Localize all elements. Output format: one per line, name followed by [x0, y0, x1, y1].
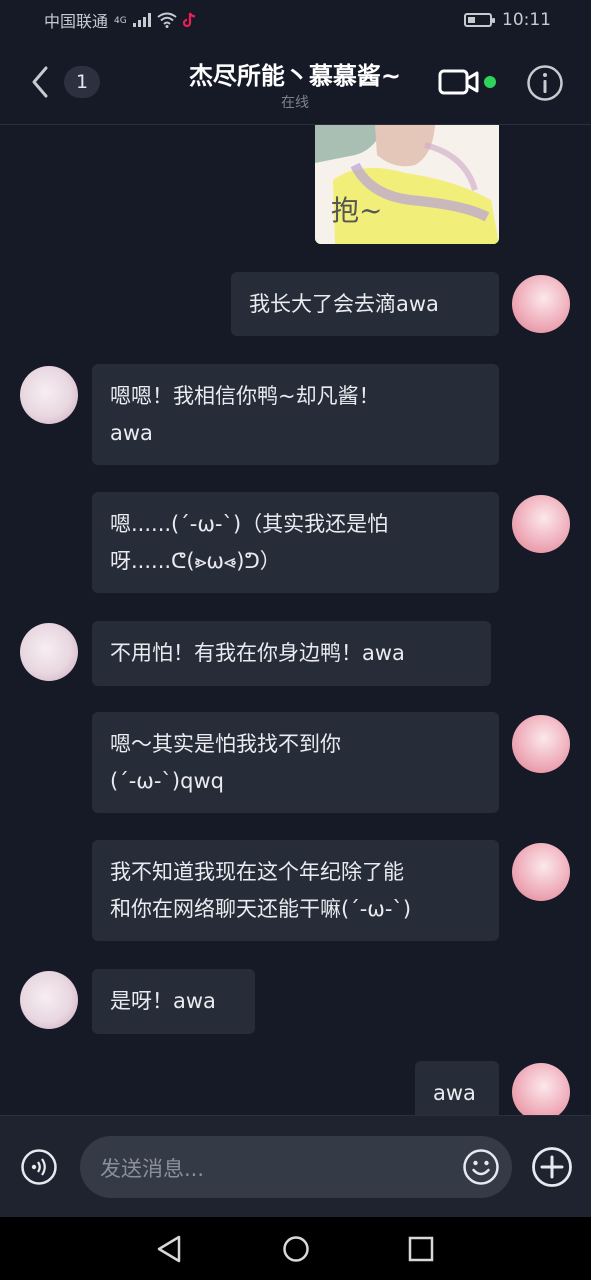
status-left: 中国联通 4G	[44, 8, 197, 32]
avatar-self[interactable]	[512, 275, 570, 333]
avatar-peer[interactable]	[20, 366, 78, 424]
message-bubble-peer[interactable]: 嗯嗯！我相信你鸭~却凡酱！ awa	[92, 364, 499, 465]
nav-recent-icon[interactable]	[408, 1236, 434, 1262]
avatar-self[interactable]	[512, 843, 570, 901]
message-text: 嗯嗯！我相信你鸭~却凡酱！	[110, 384, 380, 408]
network-type: 4G	[114, 16, 127, 26]
avatar-self[interactable]	[512, 1063, 570, 1115]
tiktok-icon	[182, 12, 195, 28]
nav-home-icon[interactable]	[282, 1235, 310, 1263]
chat-title[interactable]: 杰尽所能丶慕慕酱~	[120, 56, 470, 91]
message-input-bar: 发送消息...	[0, 1115, 591, 1217]
avatar-self[interactable]	[512, 495, 570, 553]
message-text: 是呀！awa	[110, 989, 216, 1013]
carrier-label: 中国联通	[44, 12, 109, 31]
wifi-icon	[157, 12, 177, 28]
message-text: (´-ω-`)qwq	[110, 769, 224, 793]
message-text: 嗯......(´-ω-`)（其实我还是怕	[110, 512, 389, 536]
sticker-image[interactable]: 抱~	[315, 125, 499, 244]
message-bubble-self[interactable]: 嗯～其实是怕我找不到你 (´-ω-`)qwq	[92, 712, 499, 813]
back-arrow-icon[interactable]	[26, 64, 56, 100]
message-bubble-peer[interactable]: 不用怕！有我在你身边鸭！awa	[92, 621, 491, 686]
message-text: 我长大了会去滴awa	[249, 292, 439, 316]
message-bubble-peer[interactable]: 是呀！awa	[92, 969, 255, 1034]
input-placeholder: 发送消息...	[100, 1157, 205, 1181]
status-bar: 中国联通 4G 10:11	[0, 0, 591, 40]
message-text: 和你在网络聊天还能干嘛(´-ω-`)	[110, 897, 412, 921]
unread-badge[interactable]: 1	[64, 66, 100, 98]
message-text: 不用怕！有我在你身边鸭！awa	[110, 641, 405, 665]
message-text: 我不知道我现在这个年纪除了能	[110, 860, 404, 884]
message-bubble-self[interactable]: 嗯......(´-ω-`)（其实我还是怕 呀......ᕦ(⩺ω⩹)ᕤ）	[92, 492, 499, 593]
nav-back-icon[interactable]	[155, 1234, 183, 1264]
avatar-peer[interactable]	[20, 971, 78, 1029]
message-list[interactable]: 抱~ 我长大了会去滴awa 嗯嗯！我相信你鸭~却凡酱！ awa 嗯......(…	[0, 125, 591, 1115]
online-status: 在线	[281, 95, 309, 111]
message-text: awa	[433, 1081, 476, 1105]
emoji-icon[interactable]	[462, 1148, 500, 1186]
sticker-caption: 抱~	[331, 194, 383, 227]
message-input[interactable]: 发送消息...	[80, 1136, 512, 1198]
battery-fill	[468, 17, 475, 23]
chat-header: 1 杰尽所能丶慕慕酱~ 在线	[0, 40, 591, 125]
battery-icon	[464, 13, 495, 27]
message-text: 嗯～其实是怕我找不到你	[110, 732, 341, 756]
plus-icon[interactable]	[531, 1146, 573, 1188]
video-call-icon[interactable]	[438, 68, 480, 96]
message-bubble-self[interactable]: 我长大了会去滴awa	[231, 272, 499, 336]
avatar-peer[interactable]	[20, 623, 78, 681]
clock: 10:11	[502, 10, 551, 30]
message-text: 呀......ᕦ(⩺ω⩹)ᕤ）	[110, 549, 281, 573]
message-text: awa	[110, 421, 153, 445]
message-bubble-self[interactable]: 我不知道我现在这个年纪除了能 和你在网络聊天还能干嘛(´-ω-`)	[92, 840, 499, 941]
avatar-self[interactable]	[512, 715, 570, 773]
online-dot	[484, 76, 496, 88]
message-bubble-self[interactable]: awa	[415, 1061, 499, 1115]
system-nav-bar	[0, 1217, 591, 1280]
status-right: 10:11	[464, 10, 551, 30]
signal-icon	[132, 13, 151, 27]
info-icon[interactable]	[526, 64, 564, 102]
voice-icon[interactable]	[20, 1148, 58, 1186]
